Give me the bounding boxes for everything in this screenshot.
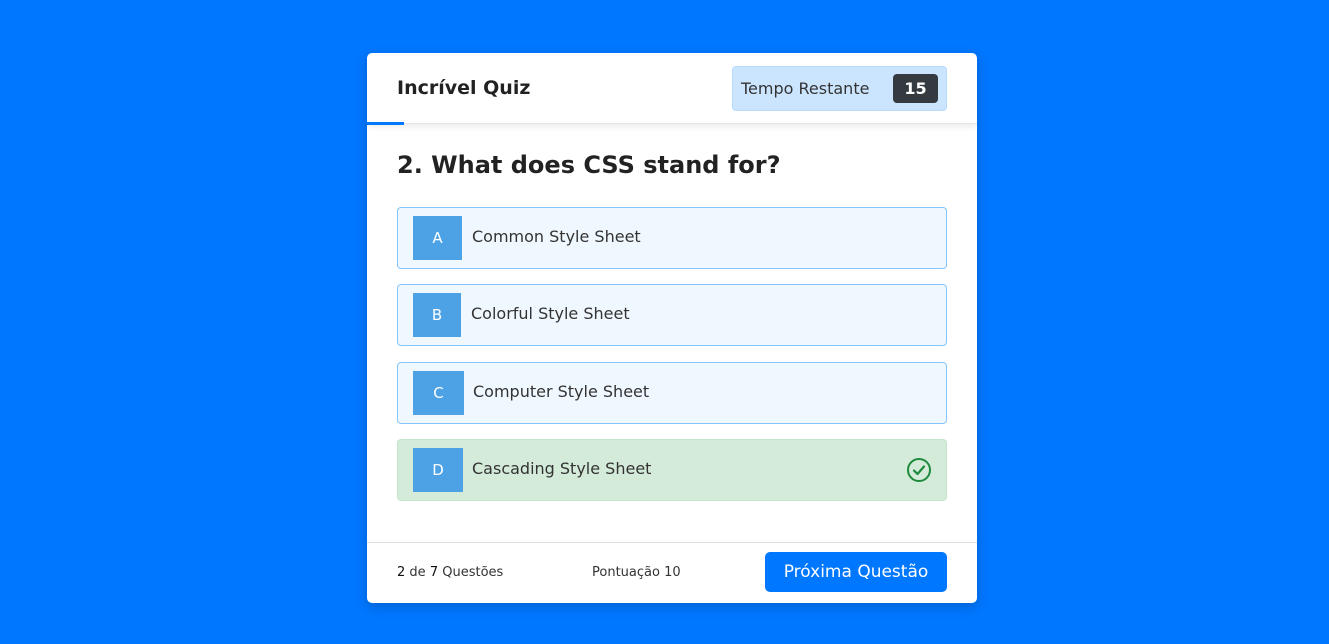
timer-label: Tempo Restante [741,79,870,98]
score-text: Pontuação 10 [592,565,681,580]
next-question-button[interactable]: Próxima Questão [765,552,947,592]
option-letter: C [413,371,464,415]
option-label: Cascading Style Sheet [472,459,652,478]
timer: Tempo Restante 15 [732,66,947,111]
time-progress-line [367,122,404,125]
quiz-header: Incrível Quiz Tempo Restante 15 [367,53,977,125]
of-text: de [409,565,426,580]
quiz-title: Incrível Quiz [397,77,531,99]
option-b[interactable]: B Colorful Style Sheet [397,284,947,346]
quiz-footer: 2 de 7 Questões Pontuação 10 Próxima Que… [367,542,977,603]
timer-seconds: 15 [893,74,938,103]
questions-text: Questões [442,565,504,580]
option-label: Colorful Style Sheet [471,304,630,323]
option-c[interactable]: C Computer Style Sheet [397,362,947,424]
question-counter: 2 de 7 Questões [397,565,503,580]
option-letter: A [413,216,462,260]
question-text: 2. What does CSS stand for? [397,151,781,179]
option-label: Computer Style Sheet [473,382,650,401]
option-letter: B [413,293,461,337]
quiz-box: Incrível Quiz Tempo Restante 15 2. What … [367,53,977,603]
option-a[interactable]: A Common Style Sheet [397,207,947,269]
option-letter: D [413,448,463,492]
total-questions-number: 7 [429,565,439,580]
option-d[interactable]: D Cascading Style Sheet [397,439,947,501]
option-label: Common Style Sheet [472,227,641,246]
current-question-number: 2 [397,565,406,580]
check-circle-icon [907,458,931,482]
